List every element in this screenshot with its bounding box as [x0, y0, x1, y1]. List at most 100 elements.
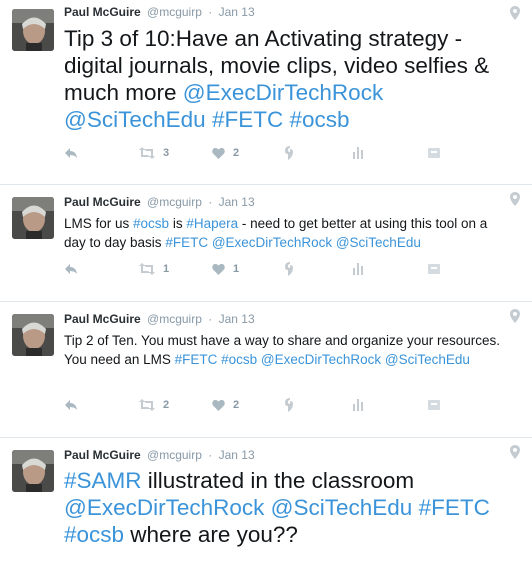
- engagement-icon: [284, 146, 294, 160]
- reply-button[interactable]: [64, 397, 78, 413]
- hashtag-link[interactable]: #ocsb: [221, 352, 257, 367]
- tweet-text-fragment: is: [169, 216, 187, 231]
- heart-icon: [212, 399, 225, 411]
- tweet-text-fragment: where are you??: [124, 522, 298, 547]
- heart-icon: [212, 147, 225, 159]
- hashtag-link[interactable]: #SAMR: [64, 468, 142, 493]
- retweet-button[interactable]: 1: [139, 261, 169, 277]
- tweet-text: Tip 3 of 10:Have an Activating strategy …: [64, 25, 512, 133]
- location-pin-icon[interactable]: [510, 445, 520, 459]
- author-name[interactable]: Paul McGuire: [64, 448, 141, 462]
- analytics-button[interactable]: [353, 145, 365, 161]
- reply-icon: [64, 147, 78, 159]
- avatar[interactable]: [12, 197, 54, 239]
- hashtag-link[interactable]: #FETC: [212, 107, 283, 132]
- separator: ·: [208, 195, 213, 209]
- tweet-text: Tip 2 of Ten. You must have a way to sha…: [64, 331, 512, 369]
- reply-button[interactable]: [64, 145, 78, 161]
- timestamp[interactable]: Jan 13: [219, 5, 255, 19]
- like-button[interactable]: 1: [212, 261, 239, 277]
- tweet-text-fragment: illustrated in the classroom: [141, 468, 415, 493]
- hashtag-link[interactable]: #FETC: [175, 352, 218, 367]
- hashtag-link[interactable]: #FETC: [165, 235, 208, 250]
- tweet-actions: 3 2: [64, 145, 464, 161]
- more-icon: [428, 148, 440, 158]
- retweet-button[interactable]: 2: [139, 397, 169, 413]
- author-handle[interactable]: @mcguirp: [147, 195, 202, 209]
- mention-link[interactable]: @SciTechEdu: [336, 235, 421, 250]
- avatar[interactable]: [12, 450, 54, 492]
- more-icon: [428, 264, 440, 274]
- hashtag-link[interactable]: #FETC: [419, 495, 490, 520]
- tweet[interactable]: Paul McGuire @mcguirp · Jan 13 Tip 3 of …: [0, 0, 532, 185]
- location-pin-icon[interactable]: [510, 6, 520, 20]
- more-button[interactable]: [428, 145, 440, 161]
- location-pin-icon[interactable]: [510, 192, 520, 206]
- analytics-icon: [353, 263, 365, 275]
- reply-button[interactable]: [64, 261, 78, 277]
- author-handle[interactable]: @mcguirp: [147, 312, 202, 326]
- tweet-text: #SAMR illustrated in the classroom @Exec…: [64, 467, 512, 548]
- author-name[interactable]: Paul McGuire: [64, 195, 141, 209]
- analytics-button[interactable]: [353, 397, 365, 413]
- like-count: 2: [233, 399, 240, 411]
- hashtag-link[interactable]: #ocsb: [289, 107, 349, 132]
- avatar[interactable]: [12, 314, 54, 356]
- mention-link[interactable]: @SciTechEdu: [385, 352, 470, 367]
- tweet-text: LMS for us #ocsb is #Hapera - need to ge…: [64, 214, 512, 252]
- retweet-count: 3: [163, 147, 170, 159]
- like-count: 2: [233, 147, 240, 159]
- like-button[interactable]: 2: [212, 145, 239, 161]
- heart-icon: [212, 263, 225, 275]
- tweet-actions: 2 2: [64, 397, 464, 413]
- analytics-icon: [353, 399, 365, 411]
- timestamp[interactable]: Jan 13: [219, 195, 255, 209]
- hashtag-link[interactable]: #Hapera: [186, 216, 238, 231]
- engagement-button[interactable]: [284, 261, 294, 277]
- tweet-timeline: Paul McGuire @mcguirp · Jan 13 Tip 3 of …: [0, 0, 532, 563]
- more-button[interactable]: [428, 261, 440, 277]
- analytics-icon: [353, 147, 365, 159]
- tweet-header: Paul McGuire @mcguirp · Jan 13: [64, 448, 255, 462]
- reply-icon: [64, 399, 78, 411]
- retweet-count: 2: [163, 399, 170, 411]
- engagement-button[interactable]: [284, 145, 294, 161]
- retweet-icon: [139, 399, 155, 411]
- separator: ·: [208, 5, 213, 19]
- separator: ·: [208, 312, 213, 326]
- hashtag-link[interactable]: #ocsb: [133, 216, 169, 231]
- author-handle[interactable]: @mcguirp: [147, 448, 202, 462]
- hashtag-link[interactable]: #ocsb: [64, 522, 124, 547]
- timestamp[interactable]: Jan 13: [219, 312, 255, 326]
- more-button[interactable]: [428, 397, 440, 413]
- tweet-header: Paul McGuire @mcguirp · Jan 13: [64, 312, 255, 326]
- like-count: 1: [233, 263, 240, 275]
- engagement-icon: [284, 398, 294, 412]
- retweet-count: 1: [163, 263, 170, 275]
- tweet[interactable]: Paul McGuire @mcguirp · Jan 13 #SAMR ill…: [0, 438, 532, 563]
- author-name[interactable]: Paul McGuire: [64, 5, 141, 19]
- tweet-header: Paul McGuire @mcguirp · Jan 13: [64, 5, 255, 19]
- separator: ·: [208, 448, 213, 462]
- mention-link[interactable]: @SciTechEdu: [64, 107, 206, 132]
- mention-link[interactable]: @ExecDirTechRock: [261, 352, 381, 367]
- avatar[interactable]: [12, 9, 54, 51]
- retweet-icon: [139, 147, 155, 159]
- mention-link[interactable]: @ExecDirTechRock: [212, 235, 332, 250]
- retweet-button[interactable]: 3: [139, 145, 169, 161]
- mention-link[interactable]: @ExecDirTechRock: [183, 80, 383, 105]
- analytics-button[interactable]: [353, 261, 365, 277]
- tweet-actions: 1 1: [64, 261, 464, 277]
- engagement-icon: [284, 262, 294, 276]
- tweet[interactable]: Paul McGuire @mcguirp · Jan 13 LMS for u…: [0, 185, 532, 302]
- tweet-text-fragment: LMS for us: [64, 216, 134, 231]
- tweet[interactable]: Paul McGuire @mcguirp · Jan 13 Tip 2 of …: [0, 302, 532, 438]
- location-pin-icon[interactable]: [510, 309, 520, 323]
- like-button[interactable]: 2: [212, 397, 239, 413]
- timestamp[interactable]: Jan 13: [219, 448, 255, 462]
- author-name[interactable]: Paul McGuire: [64, 312, 141, 326]
- mention-link[interactable]: @ExecDirTechRock: [64, 495, 264, 520]
- mention-link[interactable]: @SciTechEdu: [271, 495, 413, 520]
- engagement-button[interactable]: [284, 397, 294, 413]
- author-handle[interactable]: @mcguirp: [147, 5, 202, 19]
